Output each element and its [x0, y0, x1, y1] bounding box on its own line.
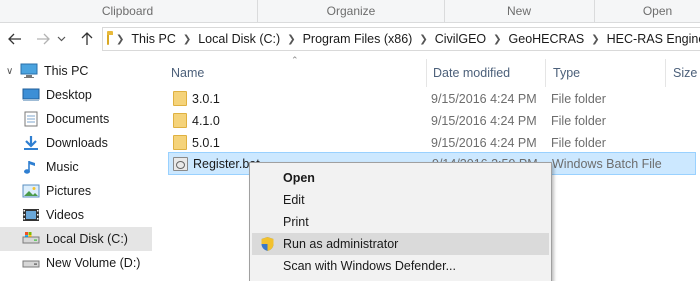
column-header-size[interactable]: Size [655, 59, 700, 87]
context-menu-edit[interactable]: Edit [252, 189, 549, 211]
chevron-right-icon[interactable]: ❯ [284, 34, 298, 45]
ribbon-group-bar: Clipboard Organize New Open [0, 0, 700, 23]
sidebar-item-documents[interactable]: Documents [0, 107, 152, 131]
column-header-name[interactable]: Name [153, 59, 425, 87]
ribbon-group-new: New [506, 4, 531, 18]
videos-icon [22, 207, 40, 223]
column-header-date-modified[interactable]: Date modified [415, 59, 545, 87]
folder-icon [173, 113, 187, 128]
music-icon [22, 159, 40, 175]
sidebar-item-local-disk-c[interactable]: Local Disk (C:) [0, 227, 152, 251]
file-type: File folder [551, 91, 606, 106]
navigation-pane: ∨ This PC Desktop Documents Downloads Mu… [0, 55, 152, 281]
breadcrumb-local-disk[interactable]: Local Disk (C:) [194, 32, 284, 46]
context-menu-label: Run as administrator [283, 237, 399, 251]
sidebar-item-label: Local Disk (C:) [46, 232, 128, 246]
sidebar-item-music[interactable]: Music [0, 155, 152, 179]
sidebar-item-label: Music [46, 160, 79, 174]
chevron-right-icon[interactable]: ❯ [416, 34, 430, 45]
chevron-right-icon[interactable]: ❯ [588, 34, 602, 45]
file-row[interactable]: 5.0.1 9/15/2016 4:24 PM File folder [168, 131, 696, 154]
breadcrumb-program-files[interactable]: Program Files (x86) [299, 32, 417, 46]
folder-icon [173, 91, 187, 106]
folder-icon [173, 135, 187, 150]
ribbon-group-clipboard: Clipboard [101, 4, 154, 18]
sidebar-item-label: Downloads [46, 136, 108, 150]
recent-locations-chevron-icon[interactable] [54, 28, 68, 50]
context-menu: Open Edit Print Run as administrator Sca… [249, 162, 552, 281]
chevron-right-icon[interactable]: ❯ [490, 34, 504, 45]
back-arrow-icon[interactable] [4, 28, 26, 50]
uac-shield-icon [260, 236, 275, 252]
breadcrumb-civilgeo[interactable]: CivilGEO [431, 32, 490, 46]
file-type: File folder [551, 113, 606, 128]
sidebar-item-pictures[interactable]: Pictures [0, 179, 152, 203]
sidebar-item-this-pc[interactable]: ∨ This PC [0, 59, 152, 83]
address-bar[interactable]: ❯ This PC ❯ Local Disk (C:) ❯ Program Fi… [102, 27, 700, 51]
sidebar-item-label: Desktop [46, 88, 92, 102]
chevron-right-icon[interactable]: ❯ [180, 34, 194, 45]
context-menu-open[interactable]: Open [252, 167, 549, 189]
file-name: 3.0.1 [192, 91, 220, 106]
sidebar-item-label: New Volume (D:) [46, 256, 141, 270]
breadcrumb-this-pc[interactable]: This PC [127, 32, 179, 46]
breadcrumb-geohecras[interactable]: GeoHECRAS [505, 32, 589, 46]
sidebar-item-label: Videos [46, 208, 84, 222]
sidebar-item-label: Documents [46, 112, 110, 126]
context-menu-print[interactable]: Print [252, 211, 549, 233]
computer-icon [20, 63, 38, 79]
file-row[interactable]: 3.0.1 9/15/2016 4:24 PM File folder [168, 87, 696, 110]
column-header-type[interactable]: Type [535, 59, 665, 87]
sidebar-item-label: Pictures [46, 184, 92, 198]
file-type: Windows Batch File [552, 156, 662, 171]
up-arrow-icon[interactable] [76, 28, 98, 50]
breadcrumb-hec-ras-engines[interactable]: HEC-RAS Engines [603, 32, 700, 46]
context-menu-run-as-administrator[interactable]: Run as administrator [252, 233, 549, 255]
chevron-right-icon[interactable]: ❯ [113, 34, 127, 45]
sidebar-item-label: This PC [44, 64, 89, 78]
pictures-icon [22, 183, 40, 199]
ribbon-group-organize: Organize [326, 4, 376, 18]
address-row: ❯ This PC ❯ Local Disk (C:) ❯ Program Fi… [0, 23, 700, 55]
file-name: 4.1.0 [192, 113, 220, 128]
forward-arrow-icon[interactable] [32, 28, 54, 50]
file-row[interactable]: 4.1.0 9/15/2016 4:24 PM File folder [168, 109, 696, 132]
ribbon-group-open: Open [642, 4, 673, 18]
sidebar-item-new-volume-d[interactable]: New Volume (D:) [0, 251, 152, 275]
downloads-icon [22, 135, 40, 151]
file-date: 9/15/2016 4:24 PM [431, 113, 537, 128]
file-date: 9/15/2016 4:24 PM [431, 135, 537, 150]
chevron-down-icon[interactable]: ∨ [6, 66, 13, 77]
sidebar-item-videos[interactable]: Videos [0, 203, 152, 227]
file-name: 5.0.1 [192, 135, 220, 150]
drive-icon [22, 231, 40, 247]
drive-icon [22, 255, 40, 271]
context-menu-scan-defender[interactable]: Scan with Windows Defender... [252, 255, 549, 277]
desktop-icon [22, 87, 40, 103]
sidebar-item-desktop[interactable]: Desktop [0, 83, 152, 107]
sidebar-item-downloads[interactable]: Downloads [0, 131, 152, 155]
file-date: 9/15/2016 4:24 PM [431, 91, 537, 106]
file-type: File folder [551, 135, 606, 150]
documents-icon [22, 111, 40, 127]
folder-icon [107, 30, 113, 45]
batch-file-icon [173, 157, 188, 171]
